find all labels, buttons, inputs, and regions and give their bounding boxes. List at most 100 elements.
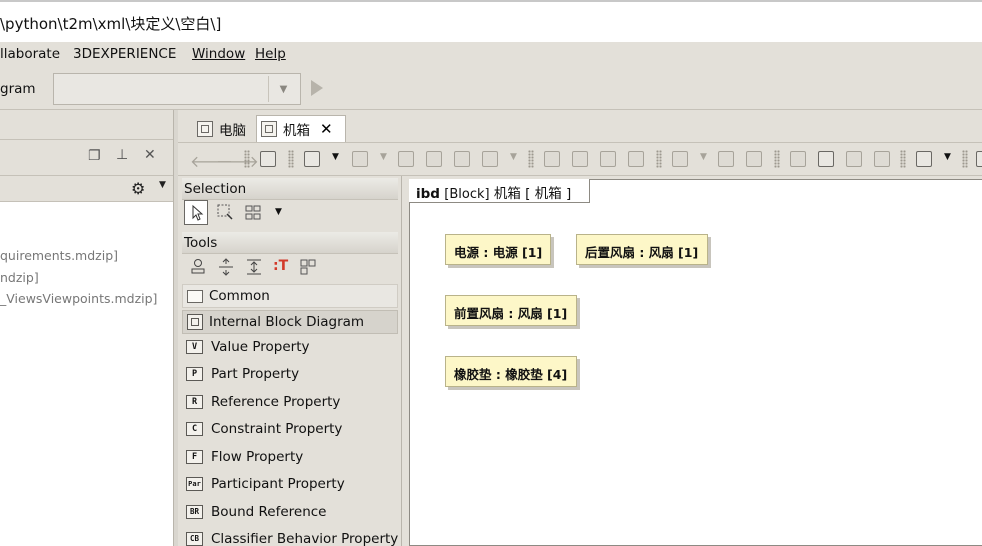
palette-item-part-property[interactable]: P Part Property <box>186 366 299 382</box>
toolbar-grip[interactable] <box>528 150 534 168</box>
classifier-behavior-icon: CB <box>186 532 203 546</box>
chevron-down-icon[interactable]: ▼ <box>332 152 339 162</box>
palette-item-bound-reference[interactable]: BR Bound Reference <box>186 504 326 520</box>
tab-diagram-1[interactable]: 电脑 <box>192 115 254 142</box>
palette-item-label: Bound Reference <box>211 504 327 520</box>
diagram-frame-header[interactable]: ibd [Block] 机箱 [ 机箱 ] <box>409 179 591 203</box>
distribute-icon[interactable] <box>217 258 235 276</box>
constraint-property-icon: C <box>186 422 203 436</box>
part-property-shape[interactable]: 后置风扇 : 风扇 [1] <box>576 234 708 265</box>
stamp-icon[interactable] <box>189 258 207 276</box>
copy-icon[interactable] <box>790 151 806 167</box>
window-title: \python\t2m\xml\块定义\空白\] <box>0 15 222 33</box>
route-icon[interactable] <box>482 151 498 167</box>
chevron-down-icon[interactable]: ▼ <box>159 180 166 190</box>
palette-item-label: Constraint Property <box>211 421 343 437</box>
layout-icon[interactable] <box>260 151 276 167</box>
diagonal-icon[interactable] <box>454 151 470 167</box>
ibd-icon <box>261 121 277 137</box>
menu-collaborate[interactable]: llaborate <box>0 46 60 62</box>
project-item[interactable]: _ViewsViewpoints.mdzip] <box>0 291 157 306</box>
menu-help[interactable]: Help <box>255 46 286 62</box>
toolbar-grip[interactable] <box>244 150 250 168</box>
bound-reference-icon: BR <box>186 505 203 519</box>
menu-bar: llaborate 3DEXPERIENCE Window Help <box>0 42 982 68</box>
line-icon[interactable] <box>398 151 414 167</box>
panel-toolbar: ❐ ⊥ ✕ <box>0 140 173 176</box>
chevron-down-icon[interactable]: ▼ <box>380 152 387 162</box>
containment-panel: ❐ ⊥ ✕ ⚙ ▼ quirements.mdzip] ndzip] _View… <box>0 110 174 546</box>
project-item[interactable]: ndzip] <box>0 270 39 285</box>
stack-icon[interactable] <box>874 151 890 167</box>
part-property-shape[interactable]: 橡胶垫 : 橡胶垫 [4] <box>445 356 577 387</box>
part-property-shape[interactable]: 电源 : 电源 [1] <box>445 234 551 265</box>
chevron-down-icon[interactable]: ▼ <box>268 76 298 102</box>
close-icon[interactable]: ✕ <box>320 120 333 138</box>
reference-property-icon: R <box>186 395 203 409</box>
split-icon[interactable] <box>299 258 317 276</box>
pointer-icon <box>192 204 204 221</box>
menu-3dexperience[interactable]: 3DEXPERIENCE <box>73 46 176 62</box>
rect-path-icon[interactable] <box>426 151 442 167</box>
style-icon[interactable] <box>746 151 762 167</box>
folder-icon <box>187 289 203 303</box>
pointer-tool[interactable] <box>184 200 208 225</box>
menu-window[interactable]: Window <box>192 46 245 62</box>
toolbar-grip[interactable] <box>774 150 780 168</box>
more-icon[interactable] <box>976 151 982 167</box>
palette-selection-header[interactable]: Selection <box>182 178 398 200</box>
align-icon[interactable] <box>544 151 560 167</box>
panel-options: ⚙ ▼ <box>0 176 173 202</box>
part-label: 前置风扇 : 风扇 [1] <box>454 306 568 321</box>
tab-diagram-2[interactable]: 机箱 ✕ <box>256 115 346 142</box>
add-icon[interactable] <box>352 151 368 167</box>
flow-property-icon: F <box>186 450 203 464</box>
palette-item-classifier-behavior-property[interactable]: CB Classifier Behavior Property <box>186 531 398 546</box>
participant-property-icon: Par <box>186 477 203 491</box>
palette-group-common[interactable]: Common <box>182 284 398 308</box>
palette-item-constraint-property[interactable]: C Constraint Property <box>186 421 342 437</box>
palette-tools-header[interactable]: Tools <box>182 232 398 254</box>
part-property-shape[interactable]: 前置风扇 : 风扇 [1] <box>445 295 577 326</box>
part-label: 电源 : 电源 [1] <box>454 245 543 260</box>
diagram-combo[interactable]: ▼ <box>53 73 301 105</box>
palette-item-reference-property[interactable]: R Reference Property <box>186 394 340 410</box>
toolbar-grip[interactable] <box>900 150 906 168</box>
delete-icon[interactable] <box>846 151 862 167</box>
toolbar-grip[interactable] <box>656 150 662 168</box>
palette-group-ibd[interactable]: Internal Block Diagram <box>182 310 398 334</box>
toolbar-grip[interactable] <box>962 150 968 168</box>
restore-icon[interactable]: ❐ <box>88 148 101 164</box>
tab-label: 电脑 <box>219 122 246 139</box>
tree-layout-icon[interactable] <box>304 151 320 167</box>
pin-icon[interactable]: ⊥ <box>116 147 128 163</box>
align-icon[interactable] <box>572 151 588 167</box>
align-icon[interactable] <box>628 151 644 167</box>
align-icon[interactable] <box>600 151 616 167</box>
chevron-down-icon[interactable]: ▼ <box>700 152 707 162</box>
play-icon[interactable] <box>311 80 323 96</box>
chevron-down-icon[interactable]: ▼ <box>510 152 517 162</box>
fill-icon[interactable] <box>672 151 688 167</box>
palette-item-participant-property[interactable]: Par Participant Property <box>186 476 345 492</box>
paste-icon[interactable] <box>818 151 834 167</box>
chevron-down-icon[interactable]: ▼ <box>275 207 282 217</box>
forward-icon[interactable]: 🡒 <box>216 151 259 171</box>
gear-icon[interactable]: ⚙ <box>131 179 145 198</box>
panel-header <box>0 110 173 140</box>
frame-kind: ibd <box>416 186 440 202</box>
chevron-down-icon[interactable]: ▼ <box>944 152 951 162</box>
palette-item-label: Value Property <box>211 339 310 355</box>
group-select-icon[interactable] <box>244 203 262 221</box>
text-tool-icon[interactable]: :T <box>273 258 288 274</box>
frame-name: 机箱 [ 机箱 ] <box>493 186 572 202</box>
palette-item-value-property[interactable]: V Value Property <box>186 339 310 355</box>
project-item[interactable]: quirements.mdzip] <box>0 248 118 263</box>
properties-icon[interactable] <box>916 151 932 167</box>
palette-item-flow-property[interactable]: F Flow Property <box>186 449 303 465</box>
marquee-select-icon[interactable] <box>216 203 234 221</box>
close-icon[interactable]: ✕ <box>144 147 156 163</box>
toolbar-grip[interactable] <box>288 150 294 168</box>
style-icon[interactable] <box>718 151 734 167</box>
spacing-icon[interactable] <box>245 258 263 276</box>
